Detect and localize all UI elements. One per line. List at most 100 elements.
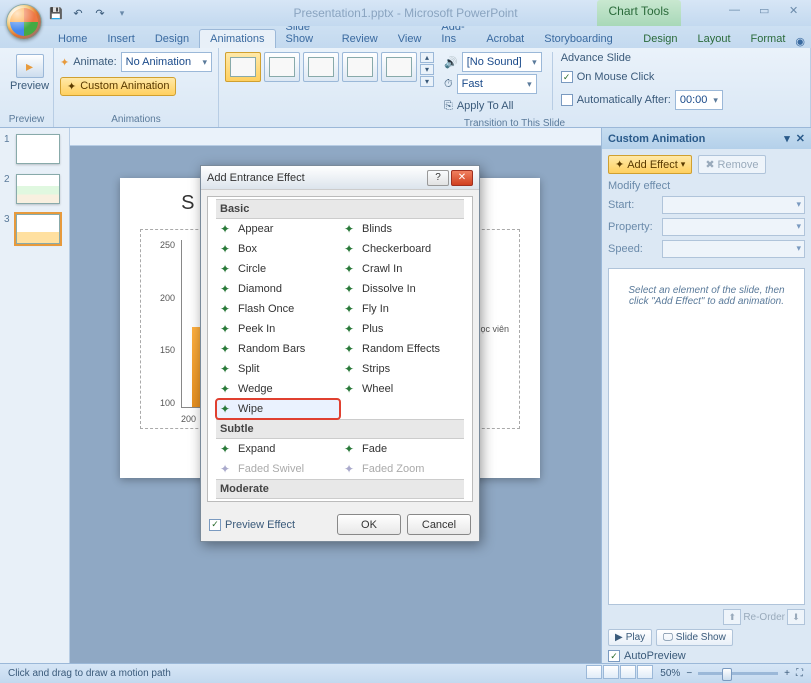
effect-diamond[interactable]: ✦Diamond bbox=[216, 279, 340, 299]
zoom-in-icon[interactable]: + bbox=[784, 668, 790, 679]
effect-dissolve-in[interactable]: ✦Dissolve In bbox=[340, 279, 464, 299]
tab-acrobat[interactable]: Acrobat bbox=[476, 30, 534, 48]
tab-chart-design[interactable]: Design bbox=[633, 30, 687, 48]
effect-wipe[interactable]: ✦Wipe bbox=[216, 399, 340, 419]
restore-icon[interactable]: ▭ bbox=[759, 4, 775, 17]
start-combo[interactable] bbox=[662, 196, 805, 214]
office-button[interactable] bbox=[6, 4, 42, 40]
tab-chart-layout[interactable]: Layout bbox=[688, 30, 741, 48]
tab-home[interactable]: Home bbox=[48, 30, 97, 48]
slide-thumb-3[interactable]: 3 bbox=[4, 214, 65, 244]
effect-wedge[interactable]: ✦Wedge bbox=[216, 379, 340, 399]
effect-expand[interactable]: ✦Expand bbox=[216, 439, 340, 459]
qat-dropdown-icon[interactable]: ▾ bbox=[114, 5, 130, 21]
speed-combo[interactable] bbox=[662, 240, 805, 258]
tab-storyboarding[interactable]: Storyboarding bbox=[534, 30, 623, 48]
effect-circle[interactable]: ✦Circle bbox=[216, 259, 340, 279]
undo-icon[interactable]: ↶ bbox=[70, 5, 86, 21]
on-mouse-click-checkbox[interactable]: ✓ bbox=[561, 71, 573, 83]
effect-faded-swivel[interactable]: ✦Faded Swivel bbox=[216, 459, 340, 479]
speed-icon: ⏱ bbox=[444, 78, 453, 91]
property-label: Property: bbox=[608, 221, 656, 233]
gallery-up-icon[interactable]: ▴ bbox=[420, 52, 434, 63]
speed-combo[interactable]: Fast bbox=[457, 74, 537, 94]
auto-after-checkbox[interactable] bbox=[561, 94, 573, 106]
dialog-help-icon[interactable]: ? bbox=[427, 170, 449, 186]
category-basic: Basic bbox=[216, 199, 464, 219]
effect-appear[interactable]: ✦Appear bbox=[216, 219, 340, 239]
transition-option[interactable] bbox=[381, 52, 417, 82]
preview-effect-checkbox[interactable]: ✓ bbox=[209, 519, 221, 531]
cancel-button[interactable]: Cancel bbox=[407, 514, 471, 535]
effect-strips[interactable]: ✦Strips bbox=[340, 359, 464, 379]
add-effect-button[interactable]: ✦Add Effect▾ bbox=[608, 155, 692, 174]
effect-peek-in[interactable]: ✦Peek In bbox=[216, 319, 340, 339]
tab-review[interactable]: Review bbox=[332, 30, 388, 48]
play-button[interactable]: ▶Play bbox=[608, 629, 652, 646]
slideshow-button[interactable]: 🖵Slide Show bbox=[656, 629, 733, 646]
status-text: Click and drag to draw a motion path bbox=[8, 668, 171, 679]
effect-flash-once[interactable]: ✦Flash Once bbox=[216, 299, 340, 319]
effect-icon: ✦ bbox=[220, 442, 234, 456]
task-pane-close-icon[interactable]: ✕ bbox=[796, 132, 805, 145]
effect-wheel[interactable]: ✦Wheel bbox=[340, 379, 464, 399]
start-label: Start: bbox=[608, 199, 656, 211]
horizontal-ruler bbox=[70, 128, 601, 146]
effect-plus[interactable]: ✦Plus bbox=[340, 319, 464, 339]
ok-button[interactable]: OK bbox=[337, 514, 401, 535]
task-pane-dropdown-icon[interactable]: ▾ bbox=[784, 132, 790, 145]
tab-chart-format[interactable]: Format bbox=[741, 30, 796, 48]
slide-thumb-1[interactable]: 1 bbox=[4, 134, 65, 164]
custom-animation-pane: Custom Animation ▾✕ ✦Add Effect▾ ✖Remove… bbox=[601, 128, 811, 668]
fit-icon[interactable]: ⛶ bbox=[796, 668, 803, 679]
view-buttons[interactable] bbox=[586, 665, 654, 682]
save-icon[interactable]: 💾 bbox=[48, 5, 64, 21]
effect-fly-in[interactable]: ✦Fly In bbox=[340, 299, 464, 319]
effect-random-bars[interactable]: ✦Random Bars bbox=[216, 339, 340, 359]
effect-random-effects[interactable]: ✦Random Effects bbox=[340, 339, 464, 359]
redo-icon[interactable]: ↷ bbox=[92, 5, 108, 21]
reorder-down-button[interactable]: ⬇ bbox=[787, 609, 805, 625]
apply-to-all-button[interactable]: ⎘Apply To All bbox=[444, 96, 542, 116]
help-icon[interactable]: ◉ bbox=[795, 35, 805, 48]
slide-thumb-2[interactable]: 2 bbox=[4, 174, 65, 204]
effect-blinds[interactable]: ✦Blinds bbox=[340, 219, 464, 239]
custom-animation-button[interactable]: ✦ Custom Animation bbox=[60, 77, 176, 96]
effect-list[interactable]: Basic ✦Appear✦Blinds✦Box✦Checkerboard✦Ci… bbox=[207, 196, 473, 502]
effect-box[interactable]: ✦Box bbox=[216, 239, 340, 259]
tab-design[interactable]: Design bbox=[145, 30, 199, 48]
property-combo[interactable] bbox=[662, 218, 805, 236]
effect-icon: ✦ bbox=[344, 222, 358, 236]
preview-button[interactable]: ▸ Preview bbox=[6, 52, 53, 94]
tab-view[interactable]: View bbox=[388, 30, 432, 48]
transition-none[interactable] bbox=[225, 52, 261, 82]
transition-gallery[interactable]: ▴ ▾ ▾ bbox=[225, 52, 434, 87]
tab-insert[interactable]: Insert bbox=[97, 30, 145, 48]
minimize-icon[interactable]: — bbox=[729, 4, 745, 17]
remove-effect-button[interactable]: ✖Remove bbox=[698, 155, 765, 174]
sound-combo[interactable]: [No Sound] bbox=[462, 52, 542, 72]
effect-icon: ✦ bbox=[220, 262, 234, 276]
auto-after-spinner[interactable]: 00:00 bbox=[675, 90, 723, 110]
gallery-down-icon[interactable]: ▾ bbox=[420, 64, 434, 75]
transition-option[interactable] bbox=[342, 52, 378, 82]
dialog-title: Add Entrance Effect bbox=[207, 172, 305, 184]
effect-checkerboard[interactable]: ✦Checkerboard bbox=[340, 239, 464, 259]
transition-option[interactable] bbox=[264, 52, 300, 82]
zoom-out-icon[interactable]: − bbox=[686, 668, 692, 679]
gallery-more-icon[interactable]: ▾ bbox=[420, 76, 434, 87]
effect-faded-zoom[interactable]: ✦Faded Zoom bbox=[340, 459, 464, 479]
animate-combo[interactable]: No Animation bbox=[121, 52, 212, 72]
reorder-up-button[interactable]: ⬆ bbox=[723, 609, 741, 625]
animate-icon: ✦ bbox=[60, 56, 69, 69]
effect-crawl-in[interactable]: ✦Crawl In bbox=[340, 259, 464, 279]
dialog-close-icon[interactable]: ✕ bbox=[451, 170, 473, 186]
autopreview-checkbox[interactable]: ✓ bbox=[608, 650, 620, 662]
transition-option[interactable] bbox=[303, 52, 339, 82]
effect-split[interactable]: ✦Split bbox=[216, 359, 340, 379]
zoom-slider[interactable] bbox=[698, 672, 778, 675]
effect-fade[interactable]: ✦Fade bbox=[340, 439, 464, 459]
custom-animation-label: Custom Animation bbox=[80, 80, 169, 92]
tab-animations[interactable]: Animations bbox=[199, 29, 275, 48]
close-icon[interactable]: ✕ bbox=[789, 4, 805, 17]
